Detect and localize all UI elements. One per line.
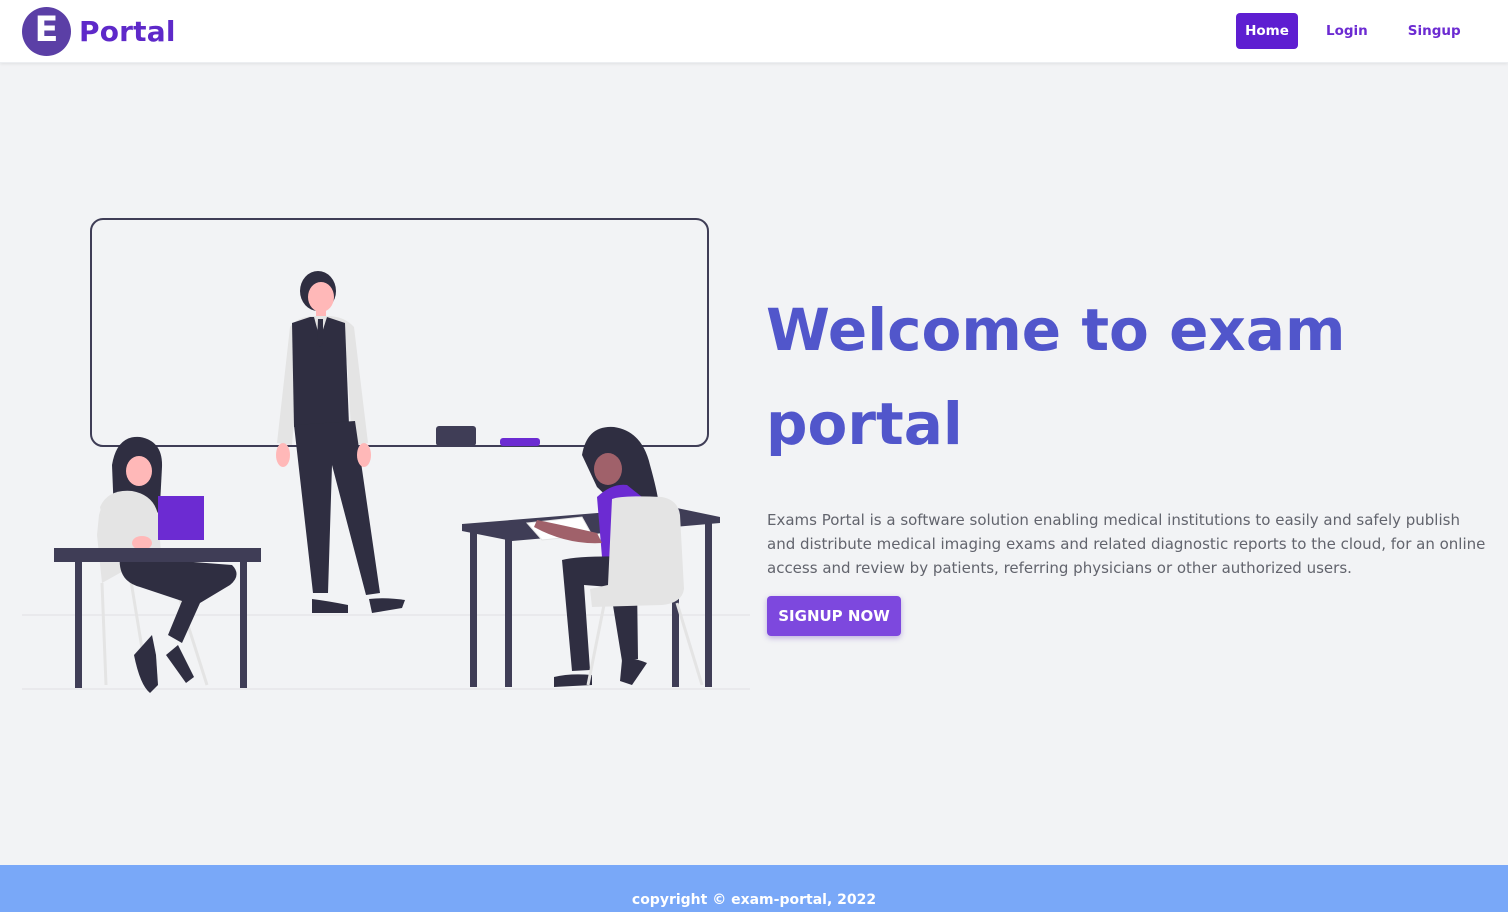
brand-name: Portal [79, 14, 176, 48]
hero-title: Welcome to exam portal [766, 296, 1346, 458]
logo-icon: E [22, 6, 71, 56]
signup-now-button[interactable]: SIGNUP NOW [767, 596, 901, 636]
brand-logo-link[interactable]: E Portal [22, 6, 176, 56]
footer-copyright: copyright © exam-portal, 2022 [631, 892, 877, 908]
hero-description: Exams Portal is a software solution enab… [767, 511, 1486, 577]
navbar: E Portal Home Login Singup [0, 0, 1508, 63]
nav-home-button[interactable]: Home [1236, 13, 1298, 49]
footer: copyright © exam-portal, 2022 [0, 865, 1508, 912]
logo-letter: E [34, 10, 59, 50]
classroom-illustration-icon [22, 218, 750, 693]
nav-links: Home Login Singup [1236, 13, 1473, 49]
nav-login-button[interactable]: Login [1314, 13, 1380, 49]
nav-signup-button[interactable]: Singup [1396, 13, 1473, 49]
